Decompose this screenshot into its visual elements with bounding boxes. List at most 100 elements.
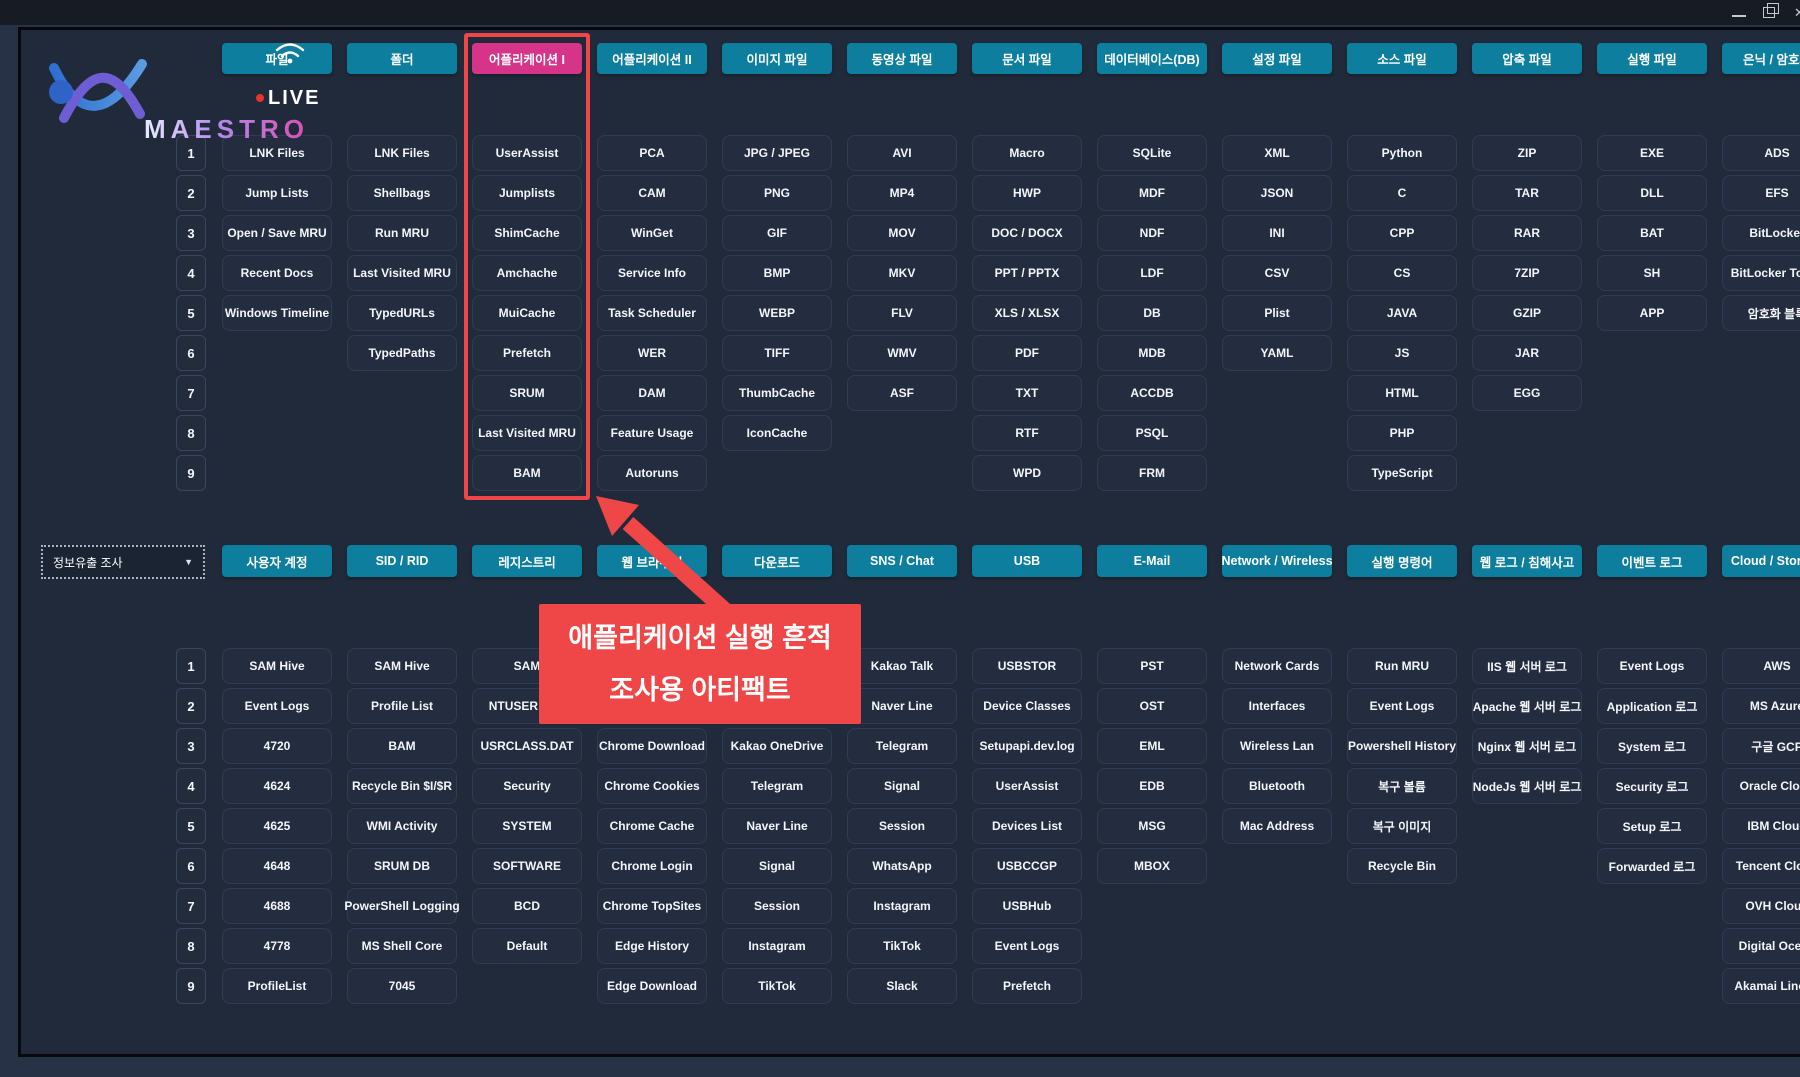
artifact-button[interactable]: YAML — [1222, 335, 1332, 371]
artifact-button[interactable]: JAVA — [1347, 295, 1457, 331]
artifact-button[interactable]: Oracle Cloud — [1722, 768, 1800, 804]
artifact-button[interactable]: SRUM — [472, 375, 582, 411]
artifact-button[interactable]: Plist — [1222, 295, 1332, 331]
artifact-button[interactable]: Setup 로그 — [1597, 808, 1707, 844]
row-number[interactable]: 6 — [176, 848, 206, 884]
artifact-button[interactable]: BAM — [347, 728, 457, 764]
artifact-button[interactable]: TikTok — [722, 968, 832, 1004]
artifact-button[interactable]: LNK Files — [347, 135, 457, 171]
artifact-button[interactable]: RAR — [1472, 215, 1582, 251]
artifact-button[interactable]: Telegram — [847, 728, 957, 764]
artifact-button[interactable]: Tencent Cloud — [1722, 848, 1800, 884]
row-number[interactable]: 8 — [176, 928, 206, 964]
artifact-button[interactable]: WPD — [972, 455, 1082, 491]
artifact-button[interactable]: CSV — [1222, 255, 1332, 291]
artifact-button[interactable]: HWP — [972, 175, 1082, 211]
artifact-button[interactable]: OVH Cloud — [1722, 888, 1800, 924]
artifact-button[interactable]: USBSTOR — [972, 648, 1082, 684]
artifact-button[interactable]: Instagram — [847, 888, 957, 924]
artifact-button[interactable]: Kakao Talk — [847, 648, 957, 684]
row-number[interactable]: 5 — [176, 808, 206, 844]
artifact-button[interactable]: Wireless Lan — [1222, 728, 1332, 764]
artifact-button[interactable]: Device Classes — [972, 688, 1082, 724]
artifact-button[interactable]: Slack — [847, 968, 957, 1004]
artifact-button[interactable]: TAR — [1472, 175, 1582, 211]
artifact-button[interactable]: Edge Download — [597, 968, 707, 1004]
artifact-button[interactable]: NodeJs 웹 서버 로그 — [1472, 768, 1582, 804]
artifact-button[interactable]: Session — [722, 888, 832, 924]
artifact-button[interactable]: Chrome Download — [597, 728, 707, 764]
artifact-button[interactable]: BMP — [722, 255, 832, 291]
row-number[interactable]: 4 — [176, 768, 206, 804]
artifact-button[interactable]: PHP — [1347, 415, 1457, 451]
category-header[interactable]: 어플리케이션 II — [597, 43, 707, 74]
artifact-button[interactable]: Python — [1347, 135, 1457, 171]
artifact-button[interactable]: INI — [1222, 215, 1332, 251]
artifact-button[interactable]: Service Info — [597, 255, 707, 291]
artifact-button[interactable]: Nginx 웹 서버 로그 — [1472, 728, 1582, 764]
artifact-button[interactable]: Akamai Linode — [1722, 968, 1800, 1004]
artifact-button[interactable]: HTML — [1347, 375, 1457, 411]
artifact-button[interactable]: Jumplists — [472, 175, 582, 211]
artifact-button[interactable]: MBOX — [1097, 848, 1207, 884]
artifact-button[interactable]: EFS — [1722, 175, 1800, 211]
artifact-button[interactable]: BAM — [472, 455, 582, 491]
artifact-button[interactable]: Chrome Cache — [597, 808, 707, 844]
category-header[interactable]: 소스 파일 — [1347, 43, 1457, 74]
artifact-button[interactable]: Event Logs — [1347, 688, 1457, 724]
category-header[interactable]: SNS / Chat — [847, 545, 957, 577]
artifact-button[interactable]: ShimCache — [472, 215, 582, 251]
artifact-button[interactable]: Event Logs — [972, 928, 1082, 964]
artifact-button[interactable]: Apache 웹 서버 로그 — [1472, 688, 1582, 724]
artifact-button[interactable]: Run MRU — [347, 215, 457, 251]
artifact-button[interactable]: SQLite — [1097, 135, 1207, 171]
artifact-button[interactable]: IBM Cloud — [1722, 808, 1800, 844]
artifact-button[interactable]: Session — [847, 808, 957, 844]
category-header[interactable]: 사용자 계정 — [222, 545, 332, 577]
artifact-button[interactable]: SAM Hive — [347, 648, 457, 684]
artifact-button[interactable]: FLV — [847, 295, 957, 331]
artifact-button[interactable]: WhatsApp — [847, 848, 957, 884]
artifact-button[interactable]: WMV — [847, 335, 957, 371]
row-number[interactable]: 1 — [176, 648, 206, 684]
category-header[interactable]: 이벤트 로그 — [1597, 545, 1707, 577]
artifact-button[interactable]: CPP — [1347, 215, 1457, 251]
artifact-button[interactable]: Default — [472, 928, 582, 964]
category-header[interactable]: 레지스트리 — [472, 545, 582, 577]
artifact-button[interactable]: AWS — [1722, 648, 1800, 684]
category-header[interactable]: Network / Wireless — [1222, 545, 1332, 577]
artifact-button[interactable]: WER — [597, 335, 707, 371]
artifact-button[interactable]: 7045 — [347, 968, 457, 1004]
artifact-button[interactable]: Mac Address — [1222, 808, 1332, 844]
artifact-button[interactable]: 암호화 블록 — [1722, 295, 1800, 331]
artifact-button[interactable]: WEBP — [722, 295, 832, 331]
artifact-button[interactable]: Security — [472, 768, 582, 804]
row-number[interactable]: 9 — [176, 968, 206, 1004]
category-header[interactable]: 다운로드 — [722, 545, 832, 577]
artifact-button[interactable]: Last Visited MRU — [347, 255, 457, 291]
artifact-button[interactable]: 구글 GCP — [1722, 728, 1800, 764]
artifact-button[interactable]: Edge History — [597, 928, 707, 964]
artifact-button[interactable]: MS Azure — [1722, 688, 1800, 724]
artifact-button[interactable]: Chrome TopSites — [597, 888, 707, 924]
artifact-button[interactable]: Devices List — [972, 808, 1082, 844]
artifact-button[interactable]: BitLocker — [1722, 215, 1800, 251]
artifact-button[interactable]: TypedPaths — [347, 335, 457, 371]
category-header[interactable]: 데이터베이스(DB) — [1097, 43, 1207, 74]
artifact-button[interactable]: SOFTWARE — [472, 848, 582, 884]
row-number[interactable]: 3 — [176, 728, 206, 764]
artifact-button[interactable]: DOC / DOCX — [972, 215, 1082, 251]
category-header[interactable]: 웹 브라우저 — [597, 545, 707, 577]
artifact-button[interactable]: Interfaces — [1222, 688, 1332, 724]
artifact-button[interactable]: PPT / PPTX — [972, 255, 1082, 291]
category-header[interactable]: 압축 파일 — [1472, 43, 1582, 74]
artifact-button[interactable]: GIF — [722, 215, 832, 251]
artifact-button[interactable]: SH — [1597, 255, 1707, 291]
row-number[interactable]: 7 — [176, 888, 206, 924]
artifact-button[interactable]: ASF — [847, 375, 957, 411]
artifact-button[interactable]: Recycle Bin — [1347, 848, 1457, 884]
artifact-button[interactable]: Autoruns — [597, 455, 707, 491]
artifact-button[interactable]: Signal — [847, 768, 957, 804]
artifact-button[interactable]: PSQL — [1097, 415, 1207, 451]
artifact-button[interactable]: Profile List — [347, 688, 457, 724]
